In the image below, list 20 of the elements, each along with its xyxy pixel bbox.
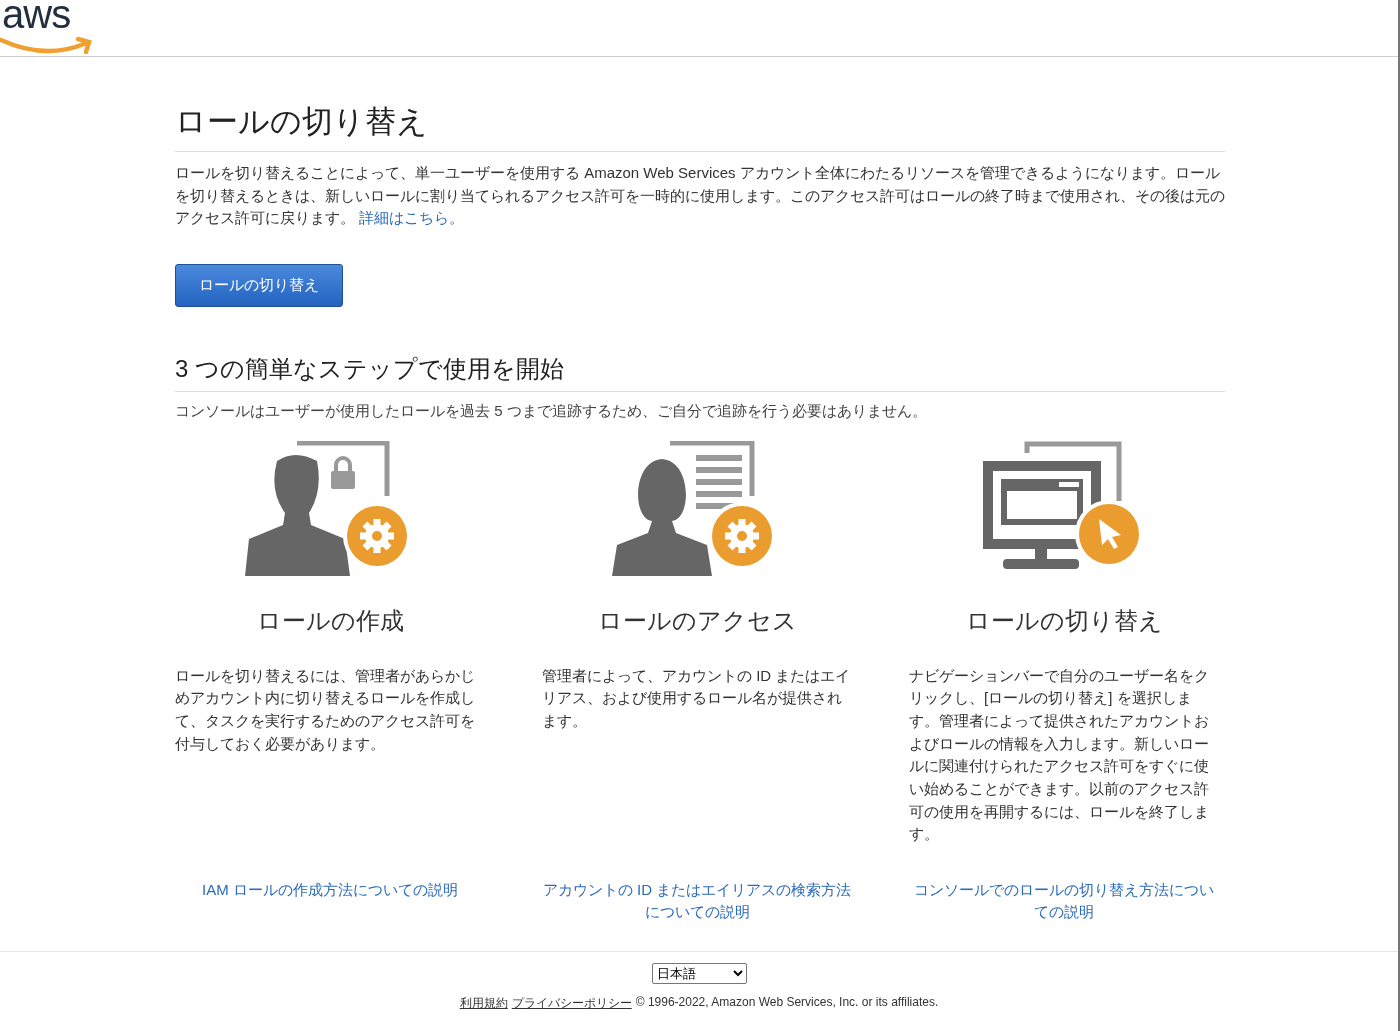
section-heading: 3 つの簡単なステップで使用を開始 <box>175 352 1225 392</box>
section-note: コンソールはユーザーが使用したロールを過去 5 つまで追跡するため、ご自分で追跡を行う必要はありません。 <box>175 401 928 421</box>
help-link[interactable]: アカウントの ID またはエイリアスの検索方法についての説明 <box>542 878 852 924</box>
step-title: ロールのアクセス <box>596 605 798 636</box>
copyright-text: © 1996-2022, Amazon Web Services, Inc. or its affiliates. <box>635 995 939 1011</box>
switch-role-button[interactable]: ロールの切り替え <box>175 263 343 307</box>
language-select[interactable]: 日本語 <box>651 963 747 984</box>
footer-link[interactable]: 利用規約 <box>459 995 508 1012</box>
page-title: ロールの切り替え <box>175 101 1225 152</box>
step-description: ナビゲーションバーで自分のユーザー名をクリックし、[ロールの切り替え] を選択します。管理者によって提供されたアカウントおよびロールの情報を入力します。新しいロールに関連付けられたアクセス許可をすぐに使い始めることができます。以前のアクセス許可の使用を再開するには、ロールを終了します。 <box>909 665 1210 845</box>
step-description: 管理者によって、アカウントの ID またはエイリアス、および使用するロール名が提供されます。 <box>542 665 852 731</box>
step-title: ロールの切り替え <box>964 605 1164 636</box>
help-link[interactable]: IAM ロールの作成方法についての説明 <box>175 878 485 902</box>
step-title: ロールの作成 <box>255 605 405 636</box>
intro-paragraph: ロールを切り替えることによって、単一ユーザーを使用する Amazon Web Services アカウント全体にわたるリソースを管理できるようになります。ロールを切り替えるときは、新しいロールに割り当てられるアクセス許可を一時的に使用します。このアクセス許可はロールの終了時まで使用され、その後は元のアクセス許可に戻ります。 詳細はこちら。 <box>175 163 1225 228</box>
step-description: ロールを切り替えるには、管理者があらかじめアカウント内に切り替えるロールを作成して、タスクを実行するためのアクセス許可を付与しておく必要があります。 <box>175 665 476 754</box>
aws-logo: aws <box>0 0 92 56</box>
learn-more-link[interactable]: 詳細はこちら。 <box>359 209 465 226</box>
help-link[interactable]: コンソールでのロールの切り替え方法についての説明 <box>909 878 1219 924</box>
footer-link[interactable]: プライバシーポリシー <box>511 995 632 1012</box>
